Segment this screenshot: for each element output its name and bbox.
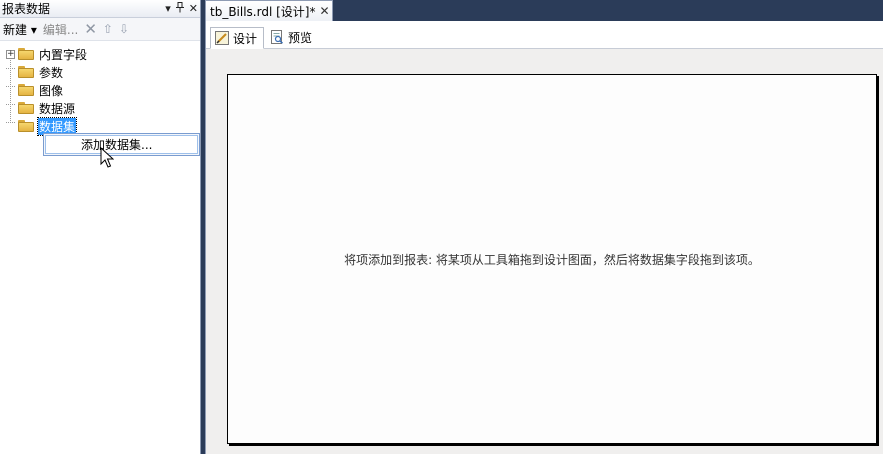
view-tabs: 设计 预览 [206, 21, 883, 49]
tree-branch-line [6, 67, 15, 77]
panel-title: 报表数据 [2, 2, 51, 16]
tree-branch-line [6, 103, 15, 113]
delete-icon[interactable]: ✕ [84, 20, 97, 38]
new-button[interactable]: 新建 ▾ [3, 21, 37, 38]
move-down-icon[interactable]: ⇩ [119, 22, 129, 36]
panel-close-icon[interactable]: ✕ [189, 2, 198, 15]
folder-icon [18, 120, 34, 132]
tree-item-builtin-fields[interactable]: + 内置字段 [6, 45, 200, 63]
tree-item-label: 参数 [39, 65, 64, 80]
new-button-label: 新建 [3, 22, 28, 37]
report-data-panel: 报表数据 ▾ ✕ 新建 ▾ 编辑... ✕ ⇧ ⇩ + 内置字段 参数 图像 数… [0, 0, 201, 454]
panel-toolbar: 新建 ▾ 编辑... ✕ ⇧ ⇩ [0, 18, 200, 41]
document-tab[interactable]: tb_Bills.rdl [设计]* ✕ [205, 0, 333, 21]
report-designer: 设计 预览 将项添加到报表: 将某项从工具箱拖到设计图面，然后将数据集字段拖到该… [205, 21, 883, 454]
move-up-icon[interactable]: ⇧ [103, 22, 113, 36]
menu-item-label: 添加数据集... [81, 138, 153, 152]
tab-design-label: 设计 [233, 31, 258, 46]
tab-design[interactable]: 设计 [210, 27, 265, 49]
design-surface: 将项添加到报表: 将某项从工具箱拖到设计图面，然后将数据集字段拖到该项。 [206, 49, 883, 454]
mouse-cursor-icon [100, 147, 114, 168]
design-icon [215, 31, 229, 45]
edit-button[interactable]: 编辑... [43, 21, 78, 38]
tree-item-images[interactable]: 图像 [6, 81, 200, 99]
document-tab-title: tb_Bills.rdl [设计]* [210, 4, 316, 19]
tree-item-data-sources[interactable]: 数据源 [6, 99, 200, 117]
tree-item-label: 数据集 [36, 116, 78, 136]
panel-title-bar: 报表数据 ▾ ✕ [0, 0, 200, 18]
panel-dropdown-icon[interactable]: ▾ [165, 2, 171, 15]
context-menu: 添加数据集... [43, 133, 200, 156]
tree-item-parameters[interactable]: 参数 [6, 63, 200, 81]
tree-item-label: 内置字段 [39, 47, 88, 62]
tree-item-label: 数据源 [39, 101, 76, 116]
app-window: 报表数据 ▾ ✕ 新建 ▾ 编辑... ✕ ⇧ ⇩ + 内置字段 参数 图像 数… [0, 0, 883, 454]
report-body[interactable]: 将项添加到报表: 将某项从工具箱拖到设计图面，然后将数据集字段拖到该项。 [227, 74, 877, 444]
close-tab-icon[interactable]: ✕ [319, 4, 329, 18]
tree-branch-line [6, 85, 15, 95]
pin-icon[interactable] [175, 1, 185, 16]
add-dataset-menu-item[interactable]: 添加数据集... [45, 135, 198, 154]
folder-icon [18, 48, 34, 60]
preview-icon [271, 30, 284, 44]
chevron-down-icon: ▾ [30, 22, 37, 37]
folder-icon [18, 102, 34, 114]
expand-icon[interactable]: + [6, 49, 15, 59]
empty-report-hint: 将项添加到报表: 将某项从工具箱拖到设计图面，然后将数据集字段拖到该项。 [344, 253, 760, 267]
tree-item-label: 图像 [39, 83, 64, 98]
folder-icon [18, 84, 34, 96]
tab-preview-label: 预览 [288, 30, 313, 45]
tab-preview[interactable]: 预览 [266, 26, 318, 48]
report-data-tree: + 内置字段 参数 图像 数据源 数据集 [0, 41, 200, 136]
tree-branch-line [6, 121, 15, 131]
folder-icon [18, 66, 34, 78]
